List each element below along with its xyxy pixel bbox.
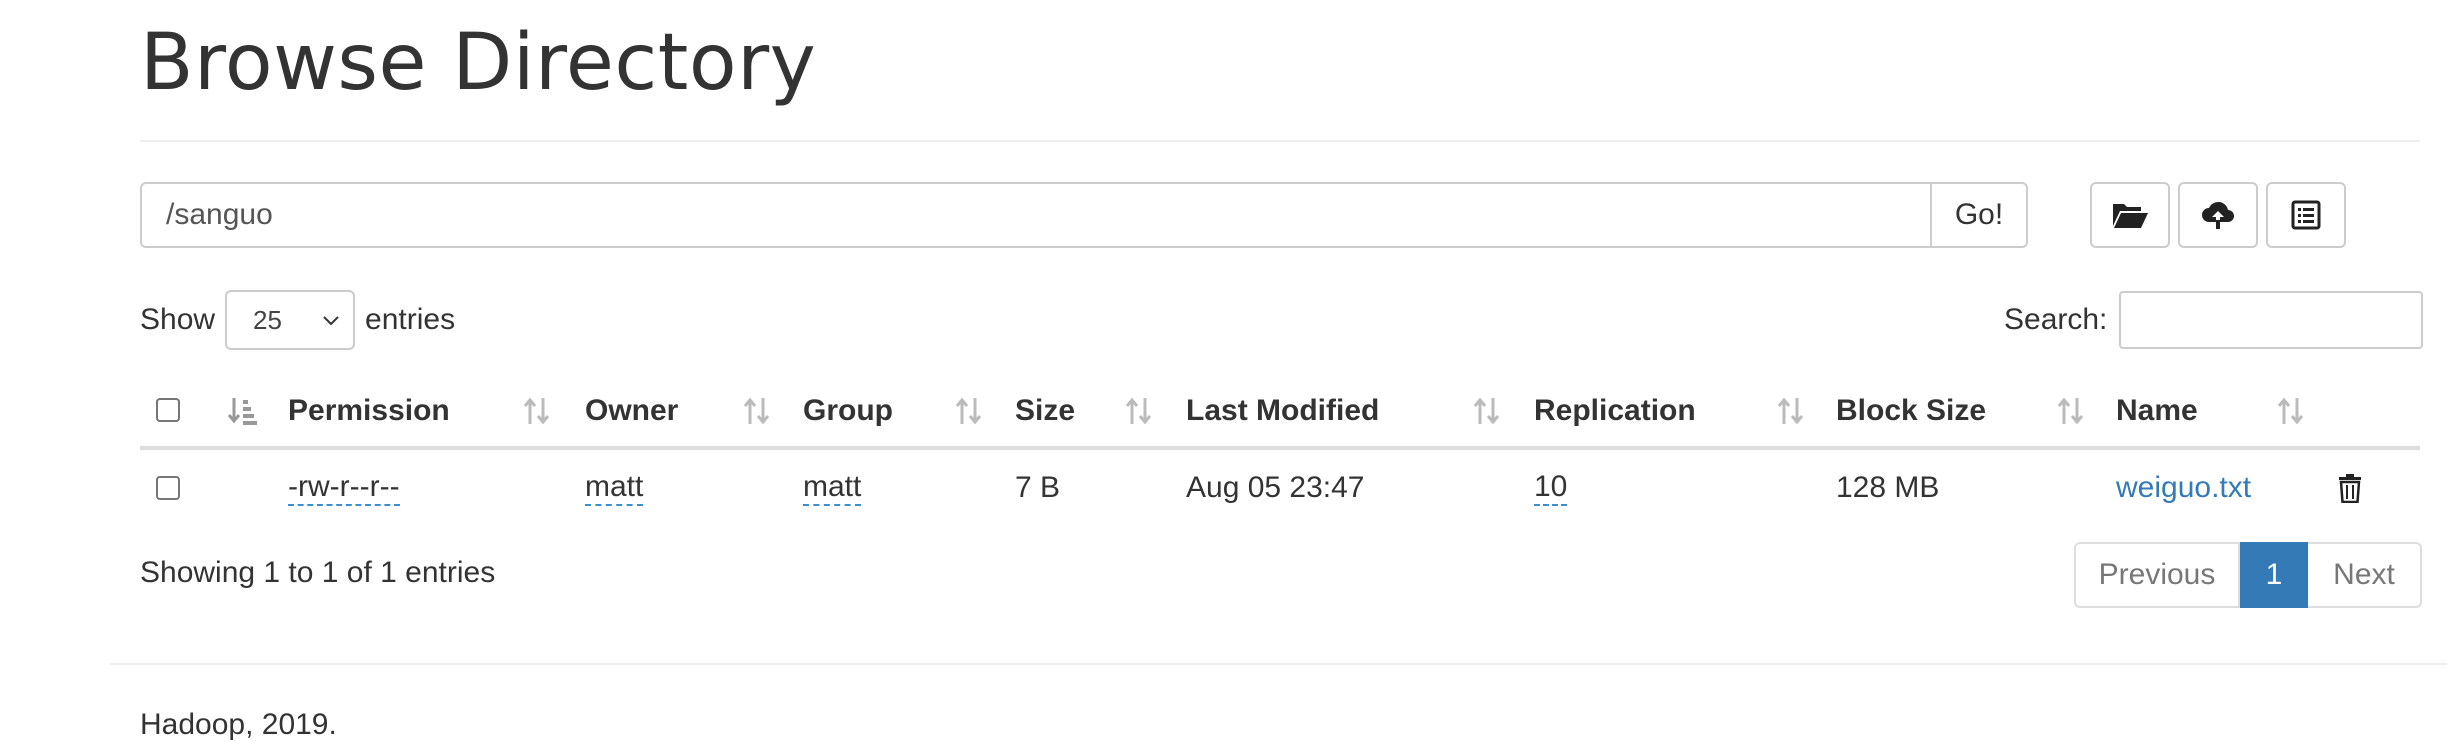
entries-per-page-select[interactable]: 25 xyxy=(225,290,356,350)
sort-amount-icon[interactable] xyxy=(228,396,258,426)
file-name-link[interactable]: weiguo.txt xyxy=(2116,450,2251,526)
delete-button[interactable] xyxy=(2338,450,2362,526)
block-size-value: 128 MB xyxy=(1836,471,1940,504)
column-size[interactable]: Size xyxy=(1015,376,1075,446)
upload-button[interactable] xyxy=(2178,182,2258,248)
sort-icon[interactable] xyxy=(954,396,984,426)
page-title: Browse Directory xyxy=(140,18,817,108)
size-value: 7 B xyxy=(1015,471,1061,504)
list-alt-icon xyxy=(2291,200,2321,230)
header-divider xyxy=(140,140,2420,142)
go-button[interactable]: Go! xyxy=(1932,182,2028,248)
page-1-button[interactable]: 1 xyxy=(2240,542,2308,608)
sort-icon[interactable] xyxy=(2056,396,2086,426)
pagination: Previous 1 Next xyxy=(2074,542,2422,608)
sort-icon[interactable] xyxy=(522,396,552,426)
last-modified-value: Aug 05 23:47 xyxy=(1186,471,1365,504)
column-group[interactable]: Group xyxy=(803,376,893,446)
footer-text: Hadoop, 2019. xyxy=(140,708,337,741)
sort-icon[interactable] xyxy=(2276,396,2306,426)
row-checkbox[interactable] xyxy=(156,476,180,500)
length-control: Show 25 entries xyxy=(140,290,455,350)
cut-paste-button[interactable] xyxy=(2266,182,2346,248)
folder-open-icon xyxy=(2113,204,2148,228)
replication-value[interactable]: 10 xyxy=(1534,470,1568,506)
trash-icon xyxy=(2339,474,2361,503)
show-label: Show xyxy=(140,303,216,336)
column-block-size[interactable]: Block Size xyxy=(1836,376,1986,446)
group-value[interactable]: matt xyxy=(803,470,862,506)
column-permission[interactable]: Permission xyxy=(288,376,450,446)
search-input[interactable] xyxy=(2119,291,2424,349)
sort-icon[interactable] xyxy=(742,396,772,426)
entries-selected-value: 25 xyxy=(253,304,282,335)
create-directory-button[interactable] xyxy=(2090,182,2170,248)
search-control: Search: xyxy=(2004,290,2424,350)
directory-path-input[interactable] xyxy=(140,182,1932,248)
chevron-down-icon xyxy=(323,316,339,326)
table-info: Showing 1 to 1 of 1 entries xyxy=(140,556,496,589)
cloud-upload-icon xyxy=(2202,201,2234,229)
search-label: Search: xyxy=(2004,303,2108,336)
select-all-checkbox[interactable] xyxy=(156,398,180,422)
sort-icon[interactable] xyxy=(1776,396,1806,426)
table-row: -rw-r--r-- matt matt 7 B Aug 05 23:47 10… xyxy=(140,450,2420,526)
entries-label: entries xyxy=(365,303,456,336)
table-header: Permission Owner Group Size Last Modifie… xyxy=(140,376,2420,450)
column-name[interactable]: Name xyxy=(2116,376,2198,446)
owner-value[interactable]: matt xyxy=(585,470,644,506)
sort-icon[interactable] xyxy=(1472,396,1502,426)
next-page-button[interactable]: Next xyxy=(2308,542,2422,608)
permission-value[interactable]: -rw-r--r-- xyxy=(288,470,400,506)
sort-icon[interactable] xyxy=(1124,396,1154,426)
column-last-modified[interactable]: Last Modified xyxy=(1186,376,1379,446)
column-replication[interactable]: Replication xyxy=(1534,376,1696,446)
path-bar: Go! xyxy=(140,182,2028,248)
footer-divider xyxy=(110,663,2447,665)
column-owner[interactable]: Owner xyxy=(585,376,678,446)
previous-page-button[interactable]: Previous xyxy=(2074,542,2240,608)
